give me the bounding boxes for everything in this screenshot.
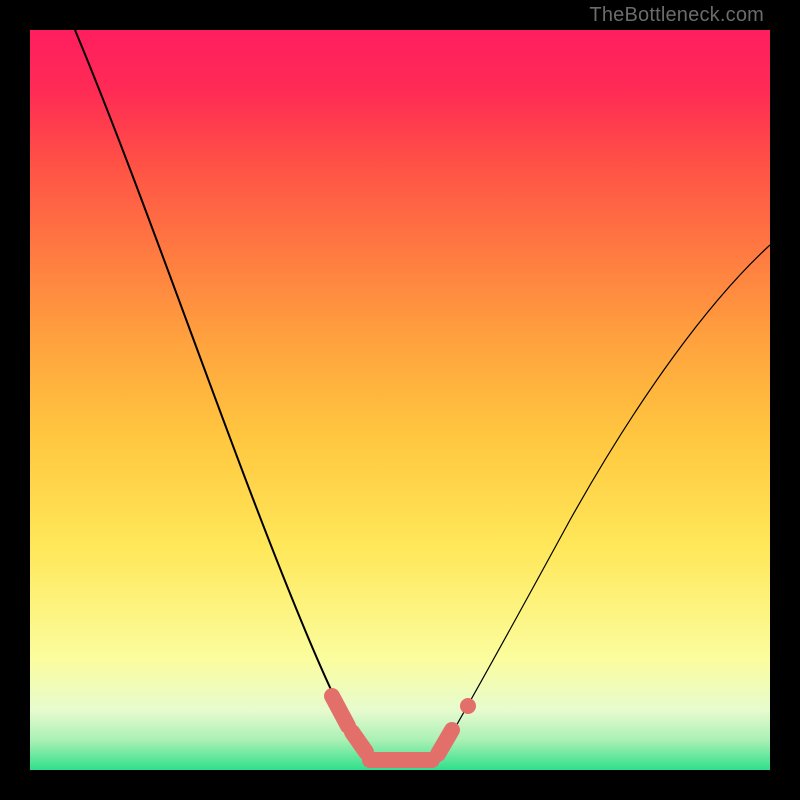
- chart-frame: TheBottleneck.com: [0, 0, 800, 800]
- highlight-dot: [460, 698, 476, 714]
- curve-left-branch: [75, 30, 352, 732]
- highlight-segment-left-1: [332, 696, 348, 726]
- curve-layer: [30, 30, 770, 770]
- highlight-segment-left-2: [352, 732, 366, 752]
- highlight-segment-right: [438, 730, 452, 754]
- curve-right-branch: [448, 245, 770, 740]
- watermark-text: TheBottleneck.com: [589, 4, 764, 27]
- plot-area: [30, 30, 770, 770]
